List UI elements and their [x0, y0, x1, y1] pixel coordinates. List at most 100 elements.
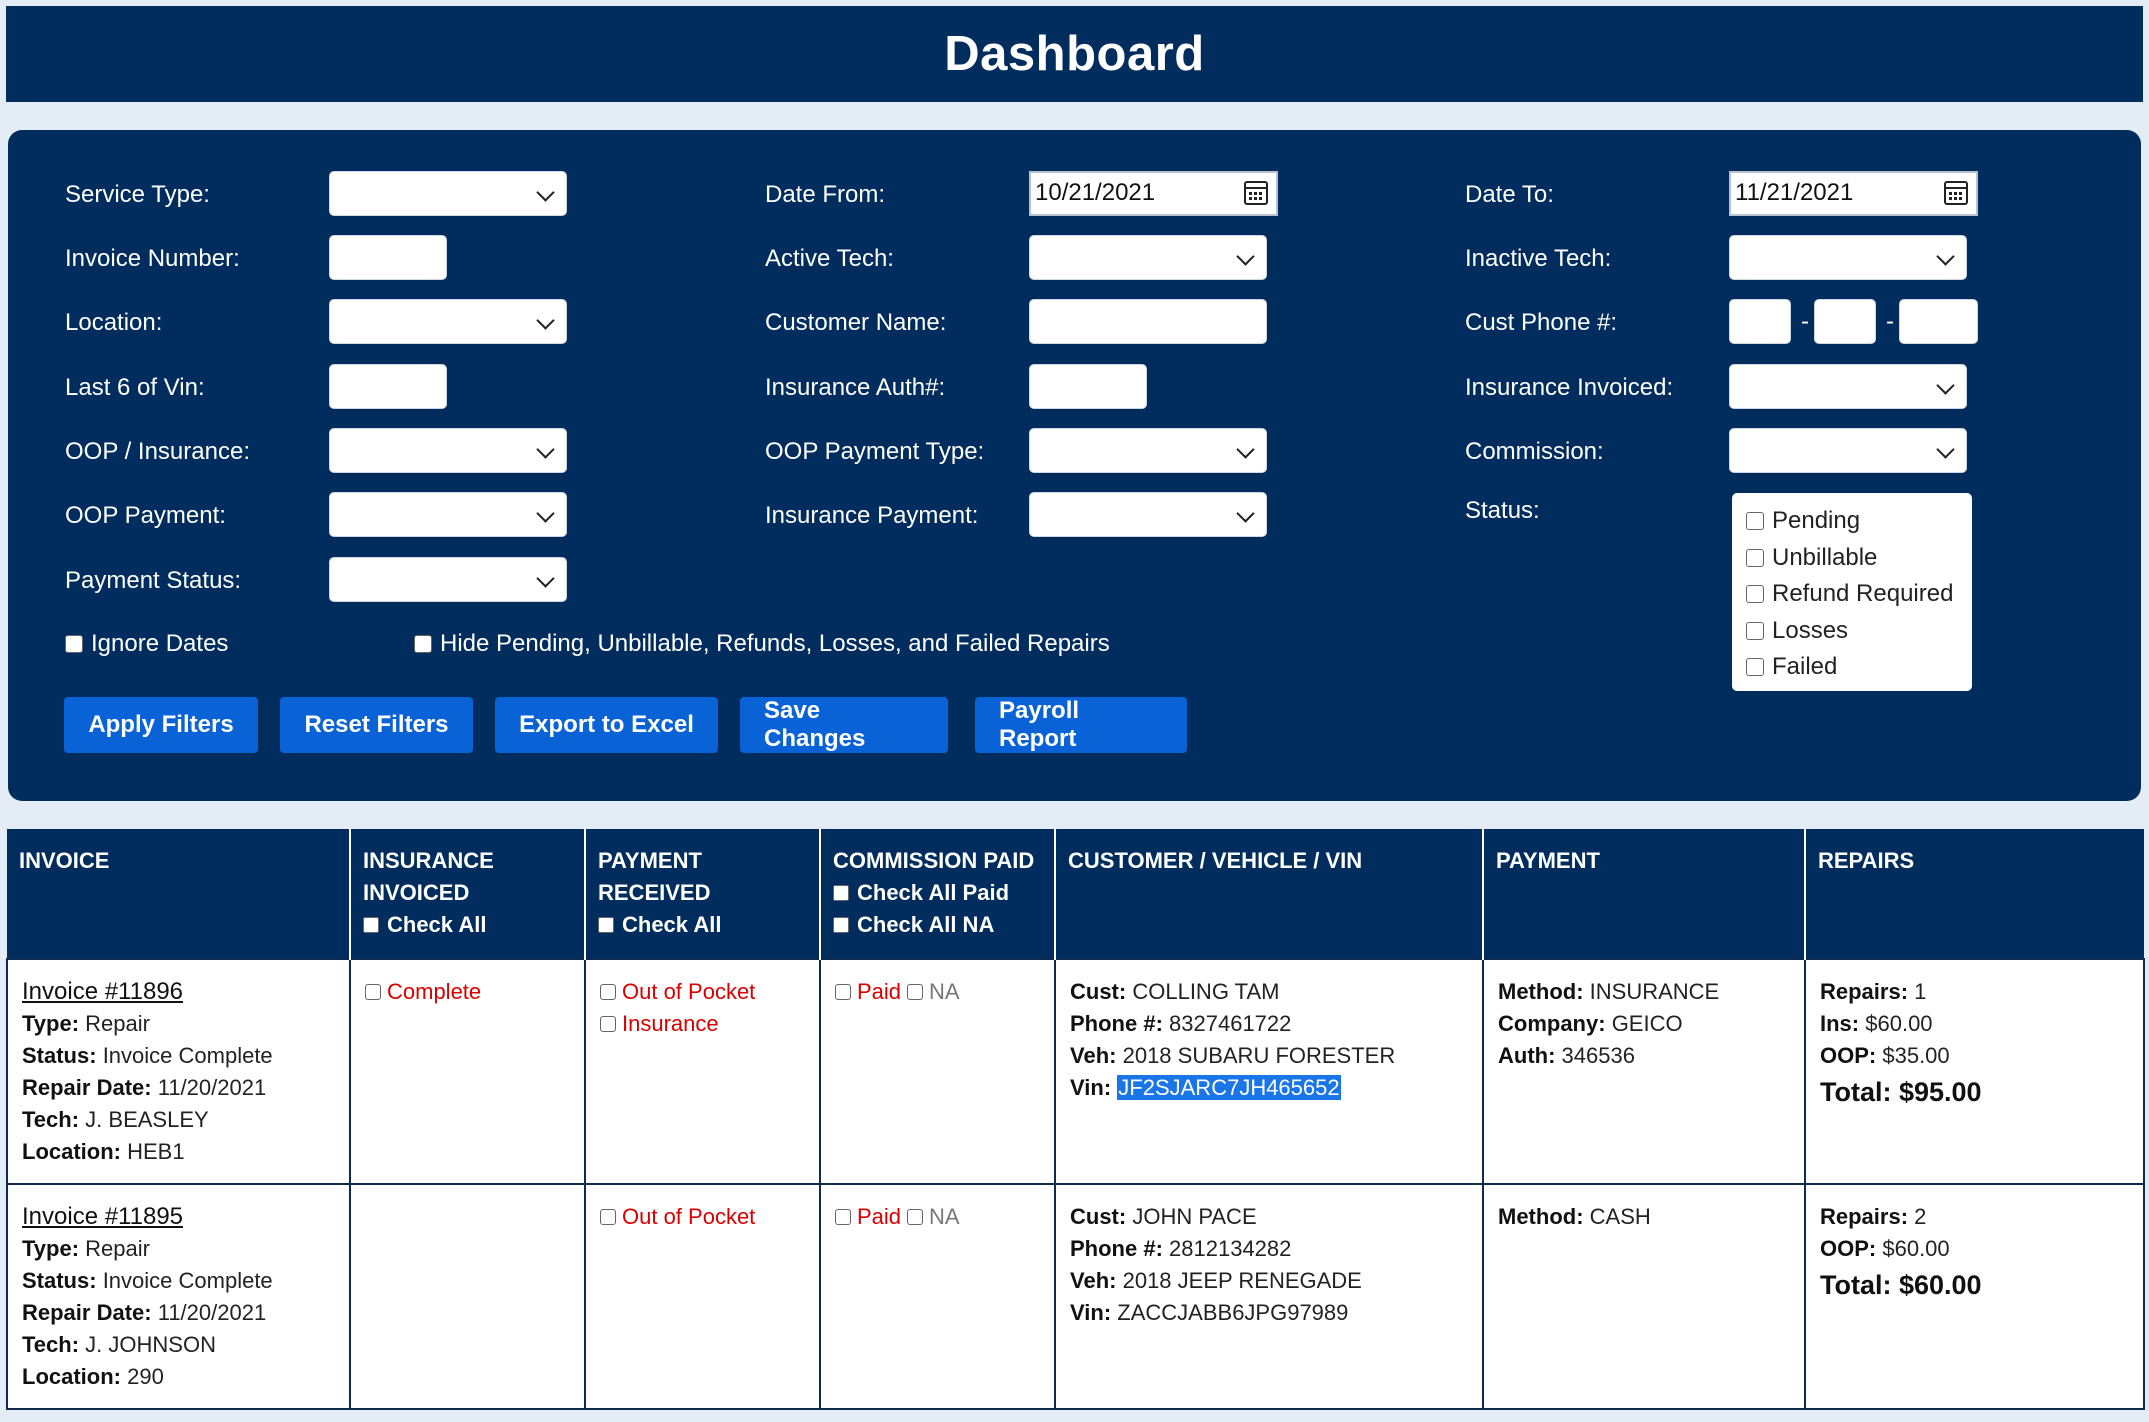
chevron-down-icon [536, 440, 555, 459]
check-all-payment[interactable]: Check All [598, 909, 807, 941]
date-to-input[interactable]: 11/21/2021 [1729, 171, 1978, 216]
field-label: Tech: [22, 1332, 80, 1357]
checkbox[interactable] [1746, 621, 1764, 640]
vin-value[interactable]: JF2SJARC7JH465652 [1117, 1075, 1341, 1100]
page-header: Dashboard [6, 6, 2143, 102]
check-all-na[interactable]: Check All NA [833, 909, 1042, 941]
insurance-invoiced-cell [349, 1183, 586, 1410]
phone-area-input[interactable] [1729, 299, 1791, 344]
repairs-value: 1 [1914, 979, 1927, 1004]
location-value: HEB1 [127, 1139, 185, 1164]
field-label: OOP: [1820, 1043, 1877, 1068]
checkbox[interactable] [600, 1016, 616, 1032]
insurance-auth-input[interactable] [1029, 364, 1147, 409]
insurance-payment-select[interactable] [1029, 492, 1267, 537]
invoice-link[interactable]: Invoice #11895 [22, 1203, 183, 1230]
oop-insurance-select[interactable] [329, 428, 567, 473]
field-label: Status: [22, 1268, 97, 1293]
status-option-pending[interactable]: Pending [1746, 503, 1972, 540]
chevron-down-icon [1936, 247, 1955, 266]
out-of-pocket-option[interactable]: Out of Pocket [600, 976, 807, 1008]
checkbox[interactable] [1746, 585, 1764, 604]
insurance-payment-label: Insurance Payment: [765, 502, 979, 529]
col-insurance-invoiced: INSURANCE INVOICED Check All [350, 829, 586, 959]
phone-line-input[interactable] [1899, 299, 1978, 344]
phone-prefix-input[interactable] [1814, 299, 1876, 344]
ignore-dates-option[interactable]: Ignore Dates [65, 630, 228, 658]
save-changes-button[interactable]: Save Changes [740, 697, 948, 753]
out-of-pocket-option[interactable]: Out of Pocket [600, 1201, 807, 1233]
field-label: OOP: [1820, 1236, 1877, 1261]
checkbox[interactable] [598, 917, 614, 933]
status-option-losses[interactable]: Losses [1746, 613, 1972, 650]
customer-name-input[interactable] [1029, 299, 1267, 344]
repairs-cell: Repairs: 1 Ins: $60.00 OOP: $35.00 Total… [1804, 958, 2145, 1185]
checkbox[interactable] [600, 1209, 616, 1225]
calendar-icon[interactable] [1244, 181, 1268, 205]
location-select[interactable] [329, 299, 567, 344]
active-tech-label: Active Tech: [765, 245, 894, 272]
last6vin-input[interactable] [329, 364, 447, 409]
company-value: GEICO [1611, 1011, 1683, 1036]
field-label: Location: [22, 1139, 121, 1164]
check-all-label: Check All [387, 912, 487, 937]
col-payment-received-label: RECEIVED [598, 880, 711, 905]
oop-payment-select[interactable] [329, 492, 567, 537]
ins-value: $60.00 [1865, 1011, 1933, 1036]
paid-checkbox[interactable] [835, 1209, 851, 1225]
service-type-select[interactable] [329, 171, 567, 216]
checkbox[interactable] [1746, 658, 1764, 677]
col-payment-label: PAYMENT [1496, 848, 1600, 873]
date-from-label: Date From: [765, 181, 886, 208]
payment-cell: Method: CASH [1482, 1183, 1806, 1410]
commission-select[interactable] [1729, 428, 1967, 473]
checkbox[interactable] [600, 984, 616, 1000]
complete-option[interactable]: Complete [365, 976, 572, 1008]
oop-payment-type-select[interactable] [1029, 428, 1267, 473]
insurance-auth-label: Insurance Auth#: [765, 374, 946, 401]
invoice-number-input[interactable] [329, 235, 447, 280]
apply-filters-button[interactable]: Apply Filters [64, 697, 258, 753]
status-option-failed[interactable]: Failed [1746, 649, 1972, 686]
hide-pending-checkbox[interactable] [414, 635, 432, 653]
field-label: Type: [22, 1236, 80, 1261]
insurance-option[interactable]: Insurance [600, 1008, 807, 1040]
inactive-tech-select[interactable] [1729, 235, 1967, 280]
hide-pending-option[interactable]: Hide Pending, Unbillable, Refunds, Losse… [414, 630, 1110, 658]
reset-filters-button[interactable]: Reset Filters [280, 697, 473, 753]
paid-checkbox[interactable] [835, 984, 851, 1000]
check-all-insurance[interactable]: Check All [363, 909, 572, 941]
status-option-refund-required[interactable]: Refund Required [1746, 576, 1972, 613]
status-option-unbillable[interactable]: Unbillable [1746, 540, 1972, 577]
ignore-dates-checkbox[interactable] [65, 635, 83, 653]
calendar-icon[interactable] [1944, 181, 1968, 205]
check-all-paid[interactable]: Check All Paid [833, 877, 1042, 909]
insurance-invoiced-select[interactable] [1729, 364, 1967, 409]
checkbox[interactable] [365, 984, 381, 1000]
export-excel-button[interactable]: Export to Excel [495, 697, 718, 753]
field-label: Company: [1498, 1011, 1606, 1036]
insurance-invoiced-label: Insurance Invoiced: [1465, 374, 1674, 401]
method-value: INSURANCE [1589, 979, 1720, 1004]
ignore-dates-label: Ignore Dates [91, 630, 229, 657]
checkbox[interactable] [833, 885, 849, 901]
payroll-report-button[interactable]: Payroll Report [975, 697, 1187, 753]
payment-status-label: Payment Status: [65, 567, 242, 594]
checkbox[interactable] [363, 917, 379, 933]
date-from-input[interactable]: 10/21/2021 [1029, 171, 1278, 216]
customer-cell: Cust: JOHN PACE Phone #: 2812134282 Veh:… [1054, 1183, 1484, 1410]
type-value: Repair [85, 1011, 150, 1036]
checkbox[interactable] [1746, 548, 1764, 567]
paid-label: Paid [857, 979, 902, 1004]
status-option-label: Pending [1772, 507, 1861, 535]
commission-cell: Paid NA [819, 1183, 1056, 1410]
payment-status-select[interactable] [329, 557, 567, 602]
checkbox[interactable] [833, 917, 849, 933]
invoice-link[interactable]: Invoice #11896 [22, 978, 183, 1005]
checkbox[interactable] [1746, 512, 1764, 531]
na-checkbox[interactable] [907, 1209, 924, 1225]
na-checkbox[interactable] [907, 984, 924, 1000]
active-tech-select[interactable] [1029, 235, 1267, 280]
cust-phone-label: Cust Phone #: [1465, 309, 1618, 336]
status-value: Invoice Complete [102, 1268, 273, 1293]
